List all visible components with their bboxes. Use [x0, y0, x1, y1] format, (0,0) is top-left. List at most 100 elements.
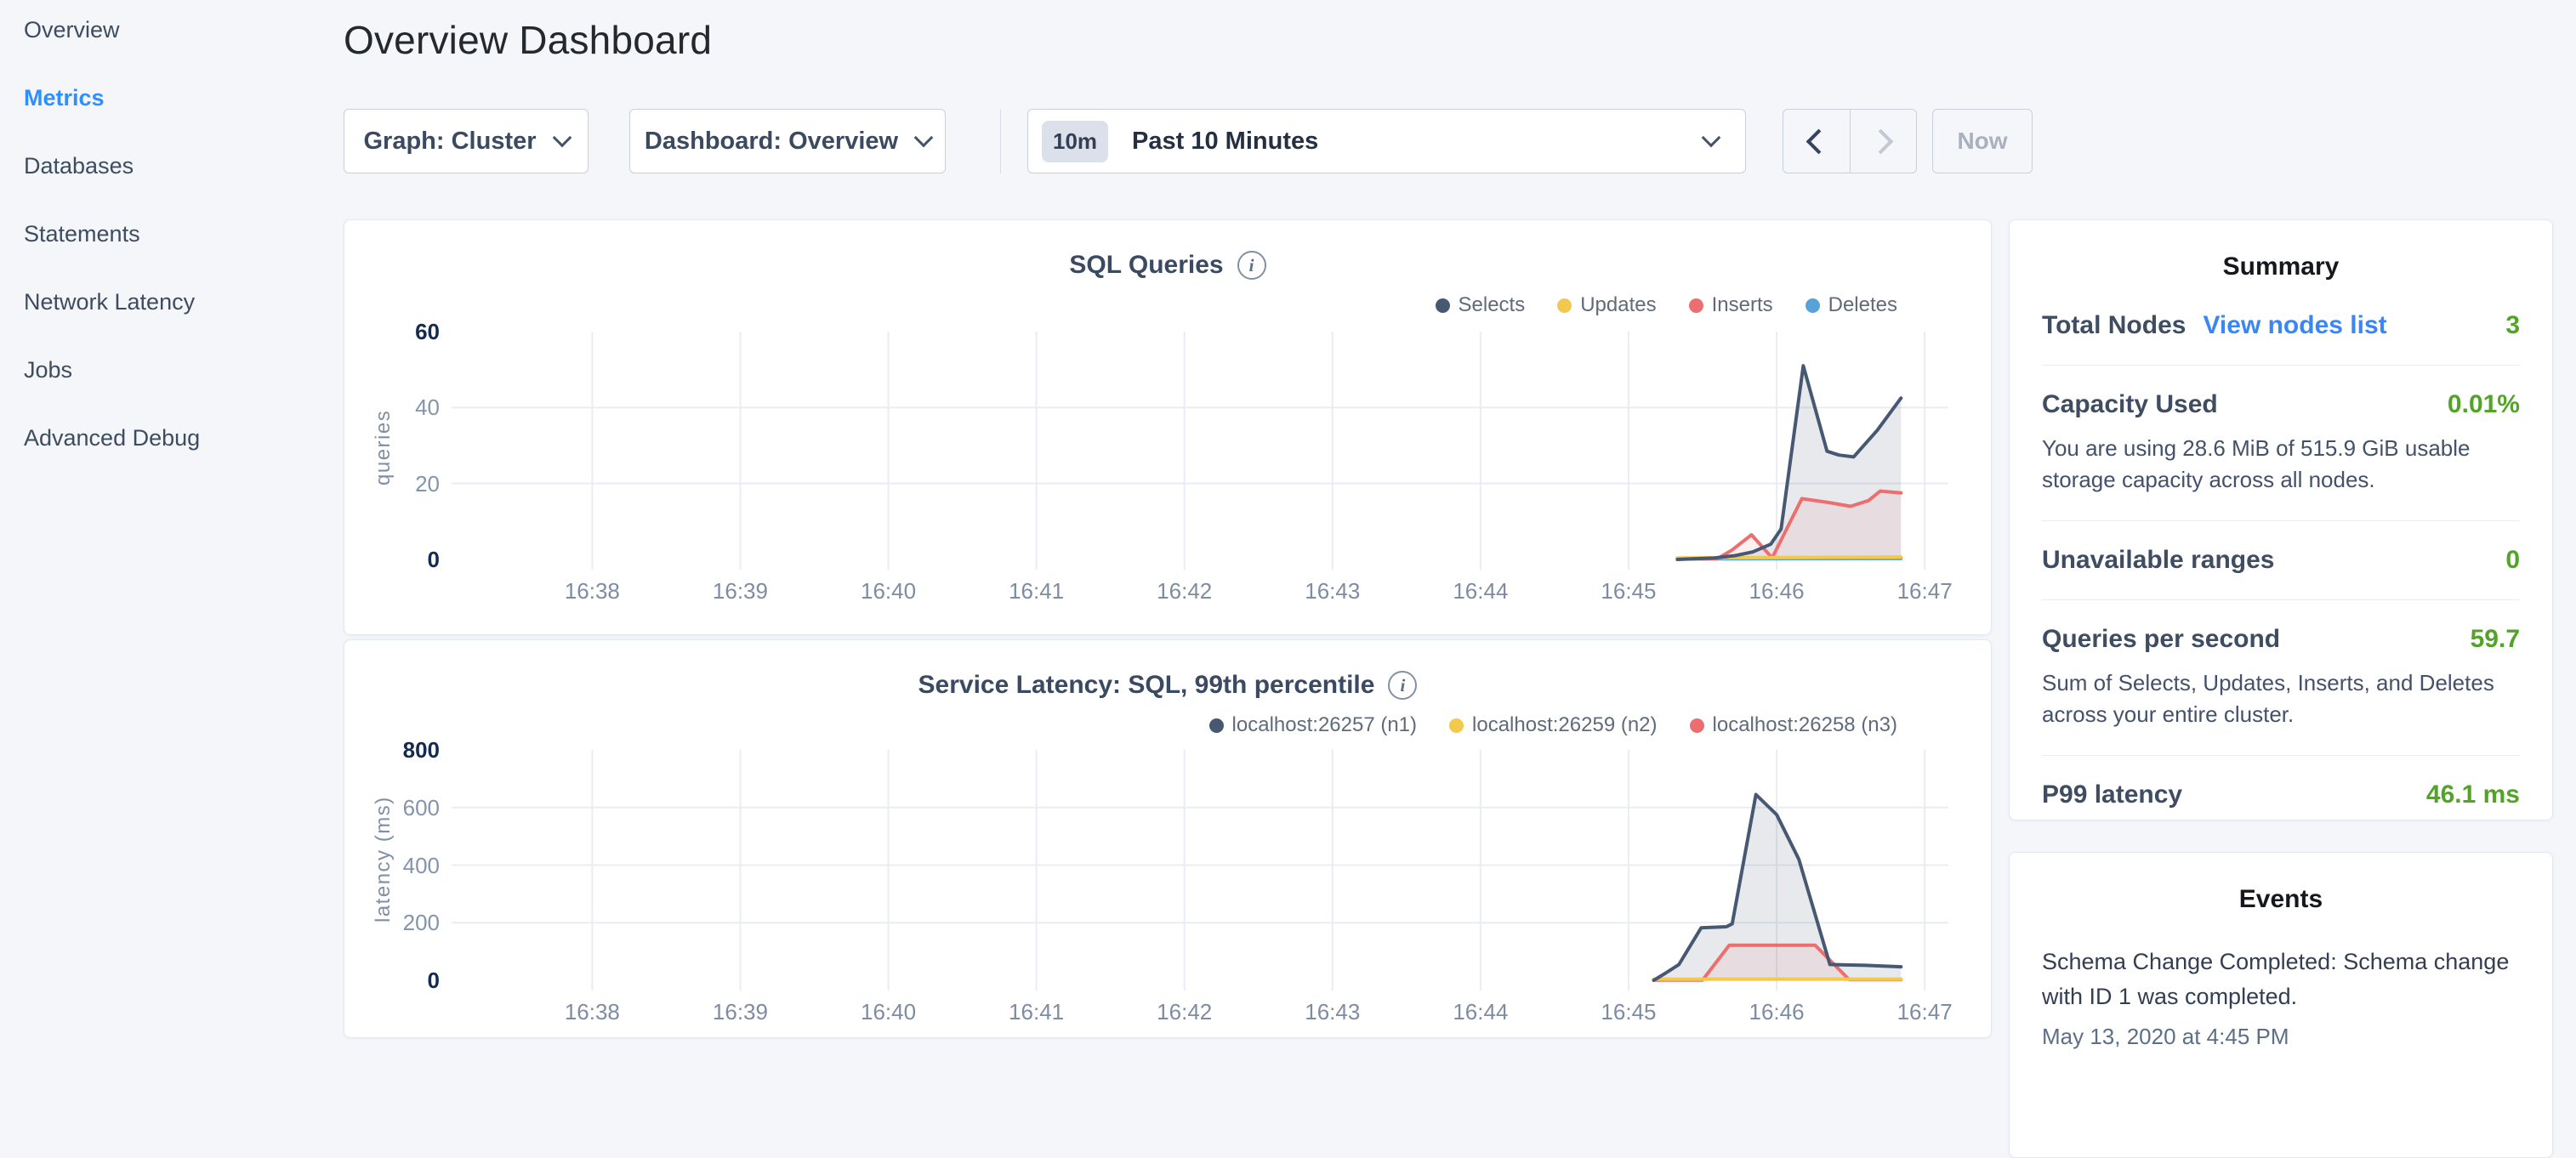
summary-row: Queries per second59.7 Sum of Selects, Up… — [2042, 600, 2520, 756]
legend-swatch-icon — [1690, 718, 1704, 733]
time-step-back-button[interactable] — [1783, 110, 1850, 173]
graph-scope-dropdown[interactable]: Graph: Cluster — [344, 109, 589, 173]
summary-row-description: Sum of Selects, Updates, Inserts, and De… — [2042, 667, 2520, 730]
info-icon[interactable]: i — [1388, 671, 1417, 700]
summary-row: P99 latency46.1 ms — [2042, 756, 2520, 809]
legend-swatch-icon — [1689, 298, 1703, 313]
legend-swatch-icon — [1436, 298, 1450, 313]
events-panel: Events Schema Change Completed: Schema c… — [2009, 852, 2553, 1158]
x-tick-label: 16:41 — [977, 578, 1096, 605]
chart-title: SQL Queries — [1069, 251, 1223, 280]
x-tick-label: 16:40 — [829, 578, 948, 605]
event-timestamp: May 13, 2020 at 4:45 PM — [2042, 1024, 2520, 1050]
event-item: Schema Change Completed: Schema change w… — [2042, 945, 2520, 1050]
summary-row-description: You are using 28.6 MiB of 515.9 GiB usab… — [2042, 433, 2520, 496]
legend-item[interactable]: localhost:26258 (n3) — [1690, 713, 1897, 737]
legend-item[interactable]: Updates — [1557, 293, 1656, 317]
x-tick-label: 16:38 — [532, 578, 651, 605]
time-range-selector[interactable]: 10m Past 10 Minutes — [1027, 109, 1746, 173]
y-tick-label: 600 — [344, 793, 440, 822]
sidebar-item-overview[interactable]: Overview — [24, 0, 313, 64]
view-nodes-list-link[interactable]: View nodes list — [2203, 311, 2386, 340]
sidebar-nav: OverviewMetricsDatabasesStatementsNetwor… — [24, 0, 313, 472]
sidebar-item-jobs[interactable]: Jobs — [24, 336, 313, 404]
chevron-down-icon — [1702, 128, 1721, 147]
x-tick-label: 16:43 — [1273, 999, 1392, 1025]
events-list: Schema Change Completed: Schema change w… — [2042, 945, 2520, 1050]
chevron-right-icon — [1868, 128, 1893, 154]
sidebar-item-statements[interactable]: Statements — [24, 200, 313, 268]
summary-row-header: Capacity Used0.01% — [2042, 390, 2520, 419]
sql-queries-plot[interactable] — [452, 332, 1948, 571]
sidebar-item-databases[interactable]: Databases — [24, 132, 313, 200]
summary-row: Unavailable ranges 0 — [2042, 521, 2520, 600]
graph-scope-label: Graph: Cluster — [363, 128, 536, 156]
time-range-label: Past 10 Minutes — [1132, 128, 1704, 156]
legend-swatch-icon — [1805, 298, 1820, 313]
chart-title-row: SQL Queries i — [344, 251, 1991, 280]
events-title: Events — [2042, 885, 2520, 914]
service-latency-plot[interactable] — [452, 750, 1948, 992]
summary-panel: Summary Total NodesView nodes list3Capac… — [2009, 219, 2553, 820]
y-tick-label: 40 — [344, 393, 440, 422]
y-tick-label: 0 — [344, 966, 440, 995]
page-title: Overview Dashboard — [344, 17, 712, 63]
dashboard-dropdown[interactable]: Dashboard: Overview — [629, 109, 946, 173]
legend-swatch-icon — [1449, 718, 1464, 733]
legend-label: Selects — [1459, 293, 1526, 317]
legend-item[interactable]: Inserts — [1689, 293, 1773, 317]
summary-row-label: Queries per second — [2042, 625, 2280, 654]
summary-row-value: 3 — [2505, 311, 2520, 340]
x-tick-label: 16:40 — [829, 999, 948, 1025]
y-tick-label: 400 — [344, 851, 440, 880]
legend-item[interactable]: Deletes — [1805, 293, 1897, 317]
summary-row-header: Unavailable ranges 0 — [2042, 546, 2520, 575]
summary-row-label: Unavailable ranges — [2042, 546, 2274, 575]
x-tick-label: 16:47 — [1865, 999, 1984, 1025]
y-tick-label: 800 — [344, 735, 440, 764]
legend-label: localhost:26257 (n1) — [1232, 713, 1417, 737]
summary-row-value: 0 — [2505, 546, 2520, 575]
x-tick-label: 16:39 — [680, 578, 799, 605]
time-range-badge: 10m — [1042, 121, 1108, 162]
service-latency-chart-card: Service Latency: SQL, 99th percentile i … — [344, 639, 1992, 1038]
summary-row: Total Nodes View nodes list 3 — [2042, 287, 2520, 366]
y-tick-label: 0 — [344, 545, 440, 574]
summary-row: Capacity Used0.01% You are using 28.6 MiB… — [2042, 366, 2520, 521]
legend-swatch-icon — [1557, 298, 1572, 313]
event-message: Schema Change Completed: Schema change w… — [2042, 945, 2520, 1013]
summary-row-header: Queries per second59.7 — [2042, 625, 2520, 654]
chevron-down-icon — [552, 128, 571, 147]
now-button[interactable]: Now — [1932, 109, 2033, 173]
x-tick-label: 16:43 — [1273, 578, 1392, 605]
sidebar-item-network-latency[interactable]: Network Latency — [24, 268, 313, 336]
chevron-left-icon — [1806, 128, 1832, 154]
legend-label: Updates — [1580, 293, 1656, 317]
toolbar-divider — [1000, 109, 1001, 173]
sidebar-item-metrics[interactable]: Metrics — [24, 64, 313, 132]
legend-item[interactable]: localhost:26259 (n2) — [1449, 713, 1657, 737]
sidebar-item-advanced-debug[interactable]: Advanced Debug — [24, 404, 313, 472]
legend-label: localhost:26258 (n3) — [1713, 713, 1897, 737]
time-step-forward-button[interactable] — [1850, 110, 1917, 173]
summary-rows: Total Nodes View nodes list 3 Capacity Used… — [2042, 287, 2520, 809]
x-tick-label: 16:42 — [1125, 999, 1244, 1025]
x-tick-label: 16:45 — [1569, 999, 1688, 1025]
y-tick-label: 200 — [344, 908, 440, 937]
legend-label: localhost:26259 (n2) — [1472, 713, 1657, 737]
summary-row-label: Total Nodes — [2042, 311, 2186, 340]
legend-item[interactable]: localhost:26257 (n1) — [1209, 713, 1417, 737]
summary-row-header: P99 latency46.1 ms — [2042, 781, 2520, 809]
y-tick-label: 60 — [344, 317, 440, 346]
summary-row-value: 46.1 ms — [2426, 781, 2520, 809]
x-tick-label: 16:42 — [1125, 578, 1244, 605]
legend-item[interactable]: Selects — [1436, 293, 1526, 317]
legend-swatch-icon — [1209, 718, 1224, 733]
chevron-down-icon — [914, 128, 934, 147]
info-icon[interactable]: i — [1237, 251, 1266, 280]
sql-queries-chart-card: SQL Queries i Selects Updates Inserts Delet… — [344, 219, 1992, 635]
summary-row-header: Total Nodes View nodes list 3 — [2042, 311, 2520, 340]
legend-label: Deletes — [1828, 293, 1897, 317]
x-tick-label: 16:44 — [1421, 578, 1540, 605]
x-tick-label: 16:44 — [1421, 999, 1540, 1025]
